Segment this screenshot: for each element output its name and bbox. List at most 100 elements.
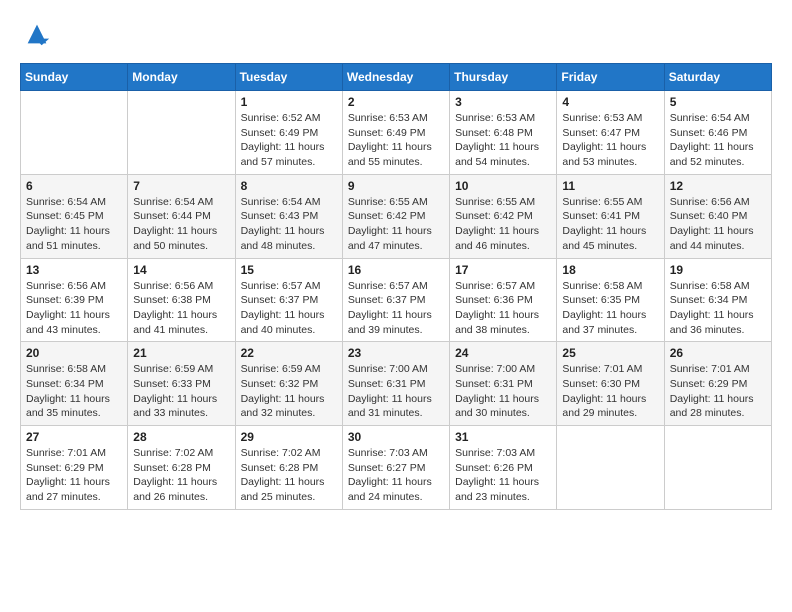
day-info: Sunrise: 6:57 AMSunset: 6:37 PMDaylight:… bbox=[241, 279, 337, 338]
calendar-cell: 22 Sunrise: 6:59 AMSunset: 6:32 PMDayligh… bbox=[235, 342, 342, 426]
calendar-cell: 8 Sunrise: 6:54 AMSunset: 6:43 PMDaylight… bbox=[235, 174, 342, 258]
day-info: Sunrise: 7:02 AMSunset: 6:28 PMDaylight:… bbox=[133, 446, 229, 505]
page-container: SundayMondayTuesdayWednesdayThursdayFrid… bbox=[0, 0, 792, 520]
weekday-header-tuesday: Tuesday bbox=[235, 64, 342, 91]
weekday-header-thursday: Thursday bbox=[450, 64, 557, 91]
day-number: 29 bbox=[241, 430, 337, 444]
calendar-cell: 21 Sunrise: 6:59 AMSunset: 6:33 PMDayligh… bbox=[128, 342, 235, 426]
day-number: 10 bbox=[455, 179, 551, 193]
day-number: 22 bbox=[241, 346, 337, 360]
day-number: 4 bbox=[562, 95, 658, 109]
calendar-cell: 3Sunrise: 6:53 AMSunset: 6:48 PMDaylight… bbox=[450, 91, 557, 175]
calendar-cell: 15 Sunrise: 6:57 AMSunset: 6:37 PMDayligh… bbox=[235, 258, 342, 342]
calendar-cell: 25 Sunrise: 7:01 AMSunset: 6:30 PMDayligh… bbox=[557, 342, 664, 426]
day-number: 9 bbox=[348, 179, 444, 193]
day-info: Sunrise: 6:55 AMSunset: 6:42 PMDaylight:… bbox=[348, 195, 444, 254]
calendar-cell: 31 Sunrise: 7:03 AMSunset: 6:26 PMDayligh… bbox=[450, 426, 557, 510]
day-number: 25 bbox=[562, 346, 658, 360]
day-info: Sunrise: 7:01 AMSunset: 6:30 PMDaylight:… bbox=[562, 362, 658, 421]
day-number: 31 bbox=[455, 430, 551, 444]
day-number: 17 bbox=[455, 263, 551, 277]
calendar-cell: 2 Sunrise: 6:53 AMSunset: 6:49 PMDaylight… bbox=[342, 91, 449, 175]
calendar-table: SundayMondayTuesdayWednesdayThursdayFrid… bbox=[20, 63, 772, 510]
weekday-header-monday: Monday bbox=[128, 64, 235, 91]
day-info: Sunrise: 6:53 AMSunset: 6:49 PMDaylight:… bbox=[348, 111, 444, 170]
day-info: Sunrise: 6:55 AMSunset: 6:41 PMDaylight:… bbox=[562, 195, 658, 254]
calendar-cell: 29Sunrise: 7:02 AMSunset: 6:28 PMDayligh… bbox=[235, 426, 342, 510]
calendar-week-5: 27Sunrise: 7:01 AMSunset: 6:29 PMDayligh… bbox=[21, 426, 772, 510]
calendar-cell: 26Sunrise: 7:01 AMSunset: 6:29 PMDayligh… bbox=[664, 342, 771, 426]
calendar-cell: 17 Sunrise: 6:57 AMSunset: 6:36 PMDayligh… bbox=[450, 258, 557, 342]
day-number: 2 bbox=[348, 95, 444, 109]
day-info: Sunrise: 6:53 AMSunset: 6:47 PMDaylight:… bbox=[562, 111, 658, 170]
calendar-cell: 16Sunrise: 6:57 AMSunset: 6:37 PMDayligh… bbox=[342, 258, 449, 342]
day-info: Sunrise: 6:58 AMSunset: 6:34 PMDaylight:… bbox=[670, 279, 766, 338]
page-header bbox=[20, 20, 772, 48]
day-info: Sunrise: 7:01 AMSunset: 6:29 PMDaylight:… bbox=[26, 446, 122, 505]
day-info: Sunrise: 6:52 AMSunset: 6:49 PMDaylight:… bbox=[241, 111, 337, 170]
day-info: Sunrise: 6:54 AMSunset: 6:43 PMDaylight:… bbox=[241, 195, 337, 254]
calendar-header-row: SundayMondayTuesdayWednesdayThursdayFrid… bbox=[21, 64, 772, 91]
calendar-cell: 28 Sunrise: 7:02 AMSunset: 6:28 PMDayligh… bbox=[128, 426, 235, 510]
day-info: Sunrise: 6:57 AMSunset: 6:37 PMDaylight:… bbox=[348, 279, 444, 338]
day-number: 15 bbox=[241, 263, 337, 277]
day-info: Sunrise: 6:56 AMSunset: 6:38 PMDaylight:… bbox=[133, 279, 229, 338]
day-number: 20 bbox=[26, 346, 122, 360]
day-info: Sunrise: 7:03 AMSunset: 6:27 PMDaylight:… bbox=[348, 446, 444, 505]
day-number: 13 bbox=[26, 263, 122, 277]
day-info: Sunrise: 6:57 AMSunset: 6:36 PMDaylight:… bbox=[455, 279, 551, 338]
day-number: 11 bbox=[562, 179, 658, 193]
day-info: Sunrise: 6:59 AMSunset: 6:32 PMDaylight:… bbox=[241, 362, 337, 421]
calendar-cell: 9 Sunrise: 6:55 AMSunset: 6:42 PMDaylight… bbox=[342, 174, 449, 258]
day-number: 5 bbox=[670, 95, 766, 109]
day-info: Sunrise: 6:59 AMSunset: 6:33 PMDaylight:… bbox=[133, 362, 229, 421]
calendar-cell: 30Sunrise: 7:03 AMSunset: 6:27 PMDayligh… bbox=[342, 426, 449, 510]
day-info: Sunrise: 6:56 AMSunset: 6:39 PMDaylight:… bbox=[26, 279, 122, 338]
weekday-header-friday: Friday bbox=[557, 64, 664, 91]
logo-icon bbox=[23, 20, 51, 48]
day-info: Sunrise: 7:01 AMSunset: 6:29 PMDaylight:… bbox=[670, 362, 766, 421]
day-info: Sunrise: 7:03 AMSunset: 6:26 PMDaylight:… bbox=[455, 446, 551, 505]
calendar-week-2: 6 Sunrise: 6:54 AMSunset: 6:45 PMDaylight… bbox=[21, 174, 772, 258]
day-number: 3 bbox=[455, 95, 551, 109]
day-number: 23 bbox=[348, 346, 444, 360]
logo-text-block bbox=[20, 20, 51, 48]
calendar-cell: 23Sunrise: 7:00 AMSunset: 6:31 PMDayligh… bbox=[342, 342, 449, 426]
calendar-cell bbox=[557, 426, 664, 510]
day-number: 18 bbox=[562, 263, 658, 277]
calendar-cell bbox=[664, 426, 771, 510]
calendar-cell bbox=[21, 91, 128, 175]
calendar-cell: 19 Sunrise: 6:58 AMSunset: 6:34 PMDayligh… bbox=[664, 258, 771, 342]
calendar-cell: 12Sunrise: 6:56 AMSunset: 6:40 PMDayligh… bbox=[664, 174, 771, 258]
day-info: Sunrise: 6:58 AMSunset: 6:35 PMDaylight:… bbox=[562, 279, 658, 338]
day-number: 28 bbox=[133, 430, 229, 444]
day-info: Sunrise: 7:00 AMSunset: 6:31 PMDaylight:… bbox=[455, 362, 551, 421]
logo bbox=[20, 20, 51, 48]
day-number: 21 bbox=[133, 346, 229, 360]
day-info: Sunrise: 6:54 AMSunset: 6:45 PMDaylight:… bbox=[26, 195, 122, 254]
day-info: Sunrise: 6:54 AMSunset: 6:46 PMDaylight:… bbox=[670, 111, 766, 170]
day-number: 19 bbox=[670, 263, 766, 277]
calendar-week-4: 20 Sunrise: 6:58 AMSunset: 6:34 PMDayligh… bbox=[21, 342, 772, 426]
calendar-cell: 24 Sunrise: 7:00 AMSunset: 6:31 PMDayligh… bbox=[450, 342, 557, 426]
day-number: 6 bbox=[26, 179, 122, 193]
calendar-cell: 10 Sunrise: 6:55 AMSunset: 6:42 PMDayligh… bbox=[450, 174, 557, 258]
calendar-cell bbox=[128, 91, 235, 175]
calendar-cell: 6 Sunrise: 6:54 AMSunset: 6:45 PMDaylight… bbox=[21, 174, 128, 258]
calendar-cell: 13 Sunrise: 6:56 AMSunset: 6:39 PMDayligh… bbox=[21, 258, 128, 342]
calendar-cell: 27Sunrise: 7:01 AMSunset: 6:29 PMDayligh… bbox=[21, 426, 128, 510]
weekday-header-wednesday: Wednesday bbox=[342, 64, 449, 91]
day-number: 7 bbox=[133, 179, 229, 193]
calendar-cell: 7Sunrise: 6:54 AMSunset: 6:44 PMDaylight… bbox=[128, 174, 235, 258]
calendar-cell: 14Sunrise: 6:56 AMSunset: 6:38 PMDayligh… bbox=[128, 258, 235, 342]
day-number: 24 bbox=[455, 346, 551, 360]
weekday-header-sunday: Sunday bbox=[21, 64, 128, 91]
calendar-week-1: 1 Sunrise: 6:52 AMSunset: 6:49 PMDaylight… bbox=[21, 91, 772, 175]
day-number: 8 bbox=[241, 179, 337, 193]
calendar-cell: 11 Sunrise: 6:55 AMSunset: 6:41 PMDayligh… bbox=[557, 174, 664, 258]
calendar-week-3: 13 Sunrise: 6:56 AMSunset: 6:39 PMDayligh… bbox=[21, 258, 772, 342]
day-info: Sunrise: 6:56 AMSunset: 6:40 PMDaylight:… bbox=[670, 195, 766, 254]
day-number: 1 bbox=[241, 95, 337, 109]
day-info: Sunrise: 6:55 AMSunset: 6:42 PMDaylight:… bbox=[455, 195, 551, 254]
day-info: Sunrise: 6:58 AMSunset: 6:34 PMDaylight:… bbox=[26, 362, 122, 421]
